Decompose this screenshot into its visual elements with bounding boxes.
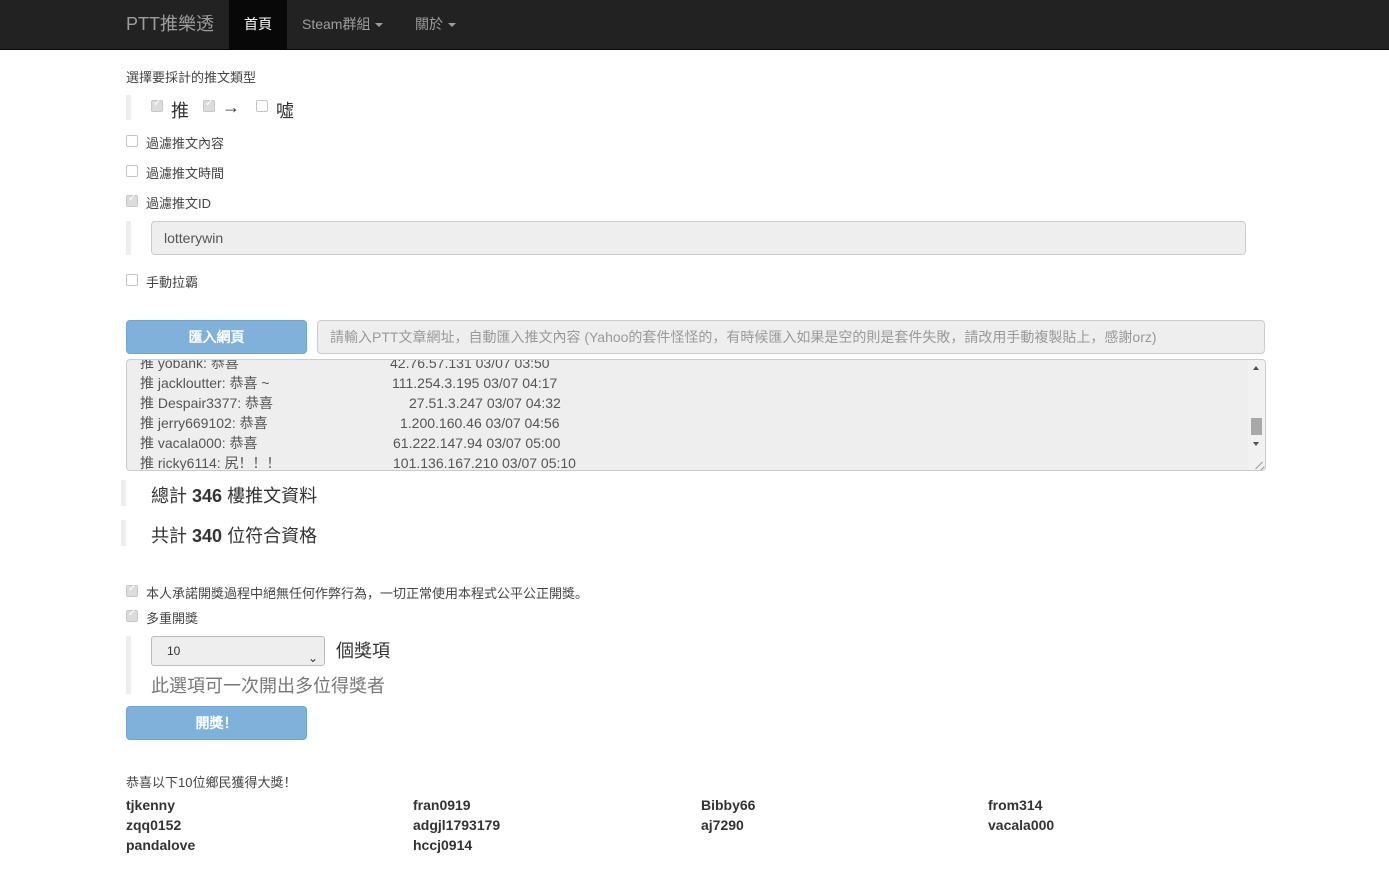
push-type-bar xyxy=(126,95,131,120)
scroll-thumb[interactable] xyxy=(1251,418,1262,435)
winner-name: from314 xyxy=(988,797,1043,813)
eligible-prefix: 共計 xyxy=(151,526,187,546)
filter-id-input[interactable]: lotterywin xyxy=(151,221,1246,255)
caret-down-icon xyxy=(448,23,456,28)
comment-meta: 1.200.160.46 03/07 04:56 xyxy=(400,415,560,431)
multi-draw-checkbox[interactable] xyxy=(126,608,138,622)
filter-content-checkbox[interactable] xyxy=(126,135,138,147)
multi-draw-bar xyxy=(126,636,131,694)
prize-count-select[interactable]: 10 ⌄ xyxy=(151,636,325,666)
scroll-down-icon[interactable] xyxy=(1253,442,1259,446)
comment-row: 推 jerry669102: 恭喜 1.200.160.46 03/07 04:5… xyxy=(140,413,560,433)
eligible-stat: 共計 340 位符合資格 xyxy=(151,522,317,548)
filter-id-bar xyxy=(126,221,131,255)
ptt-url-input[interactable]: 請輸入PTT文章網址，自動匯入推文內容 (Yahoo的套件怪怪的，有時候匯入如果… xyxy=(317,320,1265,354)
total-count: 346 xyxy=(192,486,223,506)
multi-draw-hint: 此選項可一次開出多位得獎者 xyxy=(151,676,385,696)
chevron-down-icon: ⌄ xyxy=(307,651,318,665)
comment-meta: 61.222.147.94 03/07 05:00 xyxy=(393,435,561,451)
results-heading: 恭喜以下10位鄉民獲得大獎！ xyxy=(126,775,297,790)
comments-textarea[interactable]: 推 yobank: 恭喜 42.76.57.131 03/07 03:50 推 j… xyxy=(126,359,1266,471)
comment-meta: 27.51.3.247 03/07 04:32 xyxy=(409,395,561,411)
nav-steam-label: Steam群組 xyxy=(302,16,371,32)
winner-name: fran0919 xyxy=(413,797,471,813)
comment-meta: 101.136.167.210 03/07 05:10 xyxy=(393,455,576,471)
scroll-up-icon[interactable] xyxy=(1253,366,1259,370)
comment-text: 推 Despair3377: 恭喜 xyxy=(140,395,274,411)
filter-content-label: 過濾推文內容 xyxy=(146,136,225,151)
nav-about-dropdown[interactable]: 關於 xyxy=(400,0,471,50)
pledge-checkbox[interactable] xyxy=(126,583,138,597)
eligible-bar xyxy=(121,520,126,546)
import-page-button[interactable]: 匯入網頁 xyxy=(126,320,307,354)
draw-button[interactable]: 開獎！ xyxy=(126,706,307,740)
comment-text: 推 jerry669102: 恭喜 xyxy=(140,415,268,431)
navbar: PTT推樂透 首頁 Steam群組 關於 xyxy=(0,0,1389,50)
winner-name: adgjl1793179 xyxy=(413,817,501,833)
comment-meta: 111.254.3.195 03/07 04:17 xyxy=(392,375,558,391)
arrow-checkbox[interactable] xyxy=(203,98,215,112)
arrow-label: → xyxy=(222,97,240,117)
filter-id-value: lotterywin xyxy=(164,230,224,246)
manual-slot-label: 手動拉霸 xyxy=(146,275,199,290)
nav-about-label: 關於 xyxy=(415,16,443,32)
filter-id-checkbox[interactable] xyxy=(126,193,138,207)
comment-text: 推 yobank: 恭喜 xyxy=(140,359,239,371)
winner-name: aj7290 xyxy=(701,817,744,833)
winner-name: pandalove xyxy=(126,837,196,853)
eligible-suffix: 位符合資格 xyxy=(227,526,318,546)
winner-name: zqq0152 xyxy=(126,817,182,833)
total-bar xyxy=(121,480,126,506)
comment-row: 推 vacala000: 恭喜 61.222.147.94 03/07 05:00 xyxy=(140,433,560,453)
nav-home-label: 首頁 xyxy=(244,16,272,32)
comment-text: 推 jackloutter: 恭喜 ~ xyxy=(140,375,270,391)
comment-row: 推 ricky6114: 尻！！！ 101.136.167.210 03/07 0… xyxy=(140,453,576,471)
ptt-url-placeholder: 請輸入PTT文章網址，自動匯入推文內容 (Yahoo的套件怪怪的，有時候匯入如果… xyxy=(330,329,1157,345)
winner-name: hccj0914 xyxy=(413,837,473,853)
nav-home[interactable]: 首頁 xyxy=(229,0,287,50)
comment-row: 推 jackloutter: 恭喜 ~ 111.254.3.195 03/07 0… xyxy=(140,373,557,393)
push-label: 推 xyxy=(171,101,189,121)
comment-row: 推 yobank: 恭喜 42.76.57.131 03/07 03:50 xyxy=(140,359,550,373)
brand-link[interactable]: PTT推樂透 xyxy=(126,0,214,50)
pledge-label: 本人承諾開獎過程中絕無任何作弊行為，一切正常使用本程式公平公正開獎。 xyxy=(146,586,589,601)
total-stat: 總計 346 樓推文資料 xyxy=(151,482,317,508)
filter-time-checkbox[interactable] xyxy=(126,165,138,177)
filter-time-label: 過濾推文時間 xyxy=(146,166,225,181)
manual-slot-checkbox[interactable] xyxy=(126,274,138,286)
comment-meta: 42.76.57.131 03/07 03:50 xyxy=(390,359,550,371)
winner-name: vacala000 xyxy=(988,817,1055,833)
prize-count-value: 10 xyxy=(167,644,181,658)
boo-checkbox[interactable] xyxy=(256,100,268,112)
multi-draw-label: 多重開獎 xyxy=(146,611,199,626)
comment-text: 推 ricky6114: 尻！！！ xyxy=(140,455,281,471)
prize-count-suffix: 個獎項 xyxy=(336,641,390,661)
push-checkbox[interactable] xyxy=(151,98,163,112)
total-suffix: 樓推文資料 xyxy=(227,486,318,506)
push-type-heading: 選擇要採計的推文類型 xyxy=(126,70,257,85)
eligible-count: 340 xyxy=(192,526,223,546)
comments-scrollbar[interactable] xyxy=(1248,360,1265,470)
comment-row: 推 Despair3377: 恭喜 27.51.3.247 03/07 04:32 xyxy=(140,393,561,413)
comment-text: 推 vacala000: 恭喜 xyxy=(140,435,258,451)
caret-down-icon xyxy=(375,23,384,28)
total-prefix: 總計 xyxy=(151,486,187,506)
nav-steam-group-dropdown[interactable]: Steam群組 xyxy=(287,0,398,50)
filter-id-label: 過濾推文ID xyxy=(146,196,212,211)
winner-name: Bibby66 xyxy=(701,797,756,813)
resize-grip-icon-inner xyxy=(1260,466,1265,470)
winner-name: tjkenny xyxy=(126,797,176,813)
boo-label: 噓 xyxy=(276,101,294,121)
comments-list: 推 yobank: 恭喜 42.76.57.131 03/07 03:50 推 j… xyxy=(140,359,576,471)
